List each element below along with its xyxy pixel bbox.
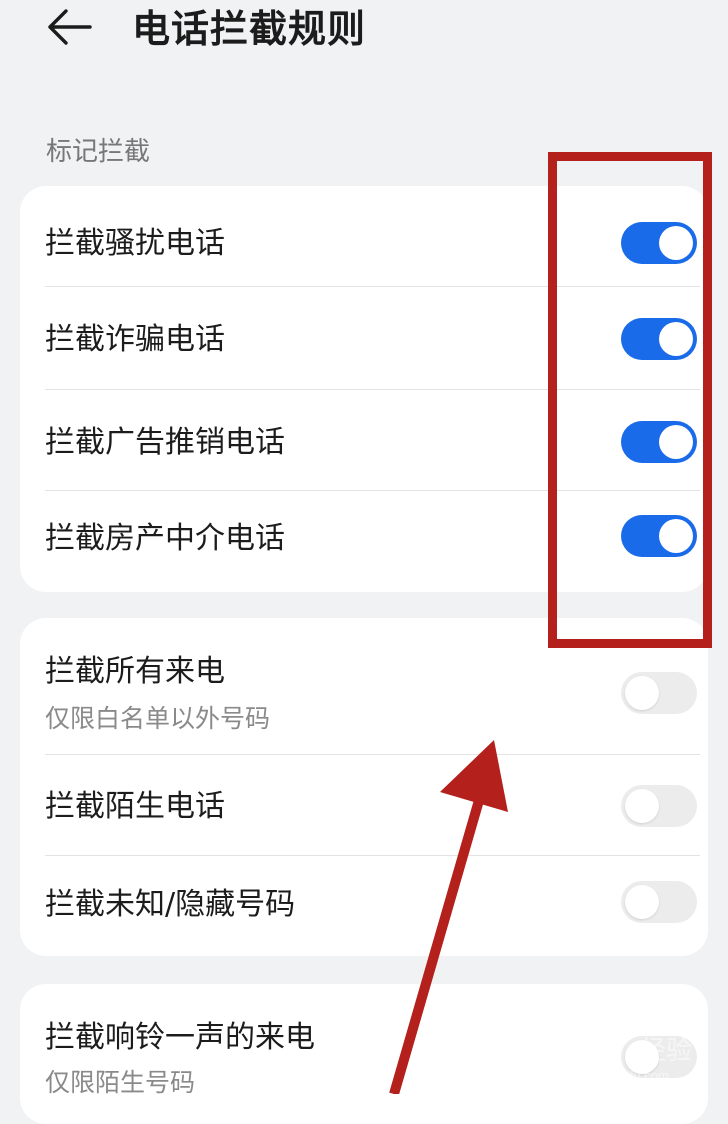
watermark-url: jingyan.baidu.com bbox=[564, 1068, 669, 1083]
item-label: 拦截响铃一声的来电 bbox=[45, 1020, 315, 1055]
annotation-highlight-box bbox=[548, 152, 712, 648]
list-item-strangers[interactable]: 拦截陌生电话 bbox=[20, 755, 708, 855]
item-label: 拦截所有来电 bbox=[45, 654, 225, 689]
item-sublabel: 仅限白名单以外号码 bbox=[45, 704, 271, 733]
list-item-unknown-hidden[interactable]: 拦截未知/隐藏号码 bbox=[20, 856, 708, 956]
back-arrow-icon[interactable] bbox=[44, 6, 92, 48]
header: 电话拦截规则 bbox=[0, 0, 728, 70]
item-label: 拦截陌生电话 bbox=[45, 789, 225, 824]
page-title: 电话拦截规则 bbox=[132, 7, 367, 51]
baidu-watermark-logo: Bai 经验 jingyan.baidu.com bbox=[556, 1012, 716, 1092]
general-blocking-card: 拦截所有来电 仅限白名单以外号码 拦截陌生电话 拦截未知/隐藏号码 bbox=[20, 618, 708, 956]
item-label: 拦截诈骗电话 bbox=[45, 322, 225, 357]
watermark-brand-cn: 经验 bbox=[640, 1035, 693, 1065]
item-label: 拦截房产中介电话 bbox=[45, 521, 285, 556]
strangers-toggle[interactable] bbox=[621, 785, 697, 827]
all-calls-toggle[interactable] bbox=[621, 672, 697, 714]
toggle-knob bbox=[625, 885, 659, 919]
item-label: 拦截广告推销电话 bbox=[45, 425, 285, 460]
item-label: 拦截骚扰电话 bbox=[45, 226, 225, 261]
item-label: 拦截未知/隐藏号码 bbox=[45, 887, 296, 922]
watermark-brand: Bai bbox=[556, 1026, 603, 1059]
section-label: 标记拦截 bbox=[46, 137, 151, 167]
unknown-hidden-toggle[interactable] bbox=[621, 881, 697, 923]
toggle-knob bbox=[625, 789, 659, 823]
paw-icon bbox=[609, 1012, 639, 1040]
item-sublabel: 仅限陌生号码 bbox=[45, 1068, 196, 1097]
toggle-knob bbox=[625, 676, 659, 710]
